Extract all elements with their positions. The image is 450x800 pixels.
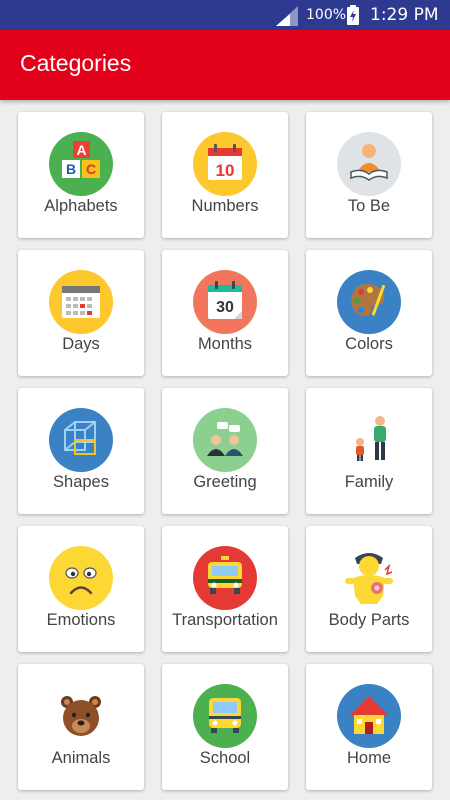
calendar-10-icon: 10 — [193, 132, 257, 196]
category-label: Alphabets — [44, 197, 118, 215]
people-talking-icon — [193, 408, 257, 472]
svg-text:A: A — [76, 142, 86, 158]
calendar-30-icon: 30 — [193, 270, 257, 334]
palette-icon — [337, 270, 401, 334]
svg-text:10: 10 — [216, 161, 235, 180]
category-label: Months — [197, 335, 253, 353]
category-card-greeting[interactable]: Greeting — [162, 388, 288, 514]
category-card-colors[interactable]: Colors — [306, 250, 432, 376]
battery-percent: 100% — [306, 7, 347, 23]
reader-icon — [337, 132, 401, 196]
school-bus-icon — [193, 684, 257, 748]
body-icon — [345, 553, 393, 604]
clock: 1:29 PM — [370, 5, 439, 25]
category-label: Colors — [345, 335, 393, 353]
alphabet-blocks-icon: A B C — [49, 132, 113, 196]
category-card-family[interactable]: Family — [306, 388, 432, 514]
sad-face-icon — [49, 546, 113, 610]
category-label: Animals — [51, 749, 111, 767]
category-card-school[interactable]: School — [162, 664, 288, 790]
category-card-days[interactable]: Days — [18, 250, 144, 376]
taxi-icon — [193, 546, 257, 610]
category-label: School — [199, 749, 251, 767]
category-label: Numbers — [191, 197, 259, 215]
svg-text:30: 30 — [216, 299, 234, 316]
calendar-grid-icon — [49, 270, 113, 334]
svg-text:B: B — [66, 161, 76, 177]
category-label: Transportation — [172, 611, 278, 629]
signal-icon — [276, 6, 298, 26]
category-card-body-parts[interactable]: Body Parts — [306, 526, 432, 652]
bear-icon — [61, 696, 101, 736]
house-icon — [337, 684, 401, 748]
category-card-alphabets[interactable]: A B C Alphabets — [18, 112, 144, 238]
app-bar: Categories — [0, 30, 450, 100]
category-card-home[interactable]: Home — [306, 664, 432, 790]
category-card-to-be[interactable]: To Be — [306, 112, 432, 238]
svg-text:C: C — [86, 161, 96, 177]
category-card-months[interactable]: 30 Months — [162, 250, 288, 376]
page-title: Categories — [20, 50, 132, 76]
category-label: To Be — [347, 197, 391, 215]
category-card-emotions[interactable]: Emotions — [18, 526, 144, 652]
category-label: Home — [346, 749, 391, 767]
family-icon — [356, 416, 386, 461]
category-card-numbers[interactable]: 10 Numbers — [162, 112, 288, 238]
category-card-animals[interactable]: Animals — [18, 664, 144, 790]
category-label: Emotions — [46, 611, 116, 629]
category-label: Family — [344, 473, 394, 491]
category-label: Body Parts — [328, 611, 410, 629]
category-label: Greeting — [193, 473, 257, 491]
battery-charging-icon — [347, 5, 359, 25]
category-card-shapes[interactable]: Shapes — [18, 388, 144, 514]
cube-icon — [49, 408, 113, 472]
category-label: Shapes — [53, 473, 109, 491]
category-label: Days — [62, 335, 100, 353]
category-card-transportation[interactable]: Transportation — [162, 526, 288, 652]
status-bar: 100% 1:29 PM — [0, 0, 450, 30]
